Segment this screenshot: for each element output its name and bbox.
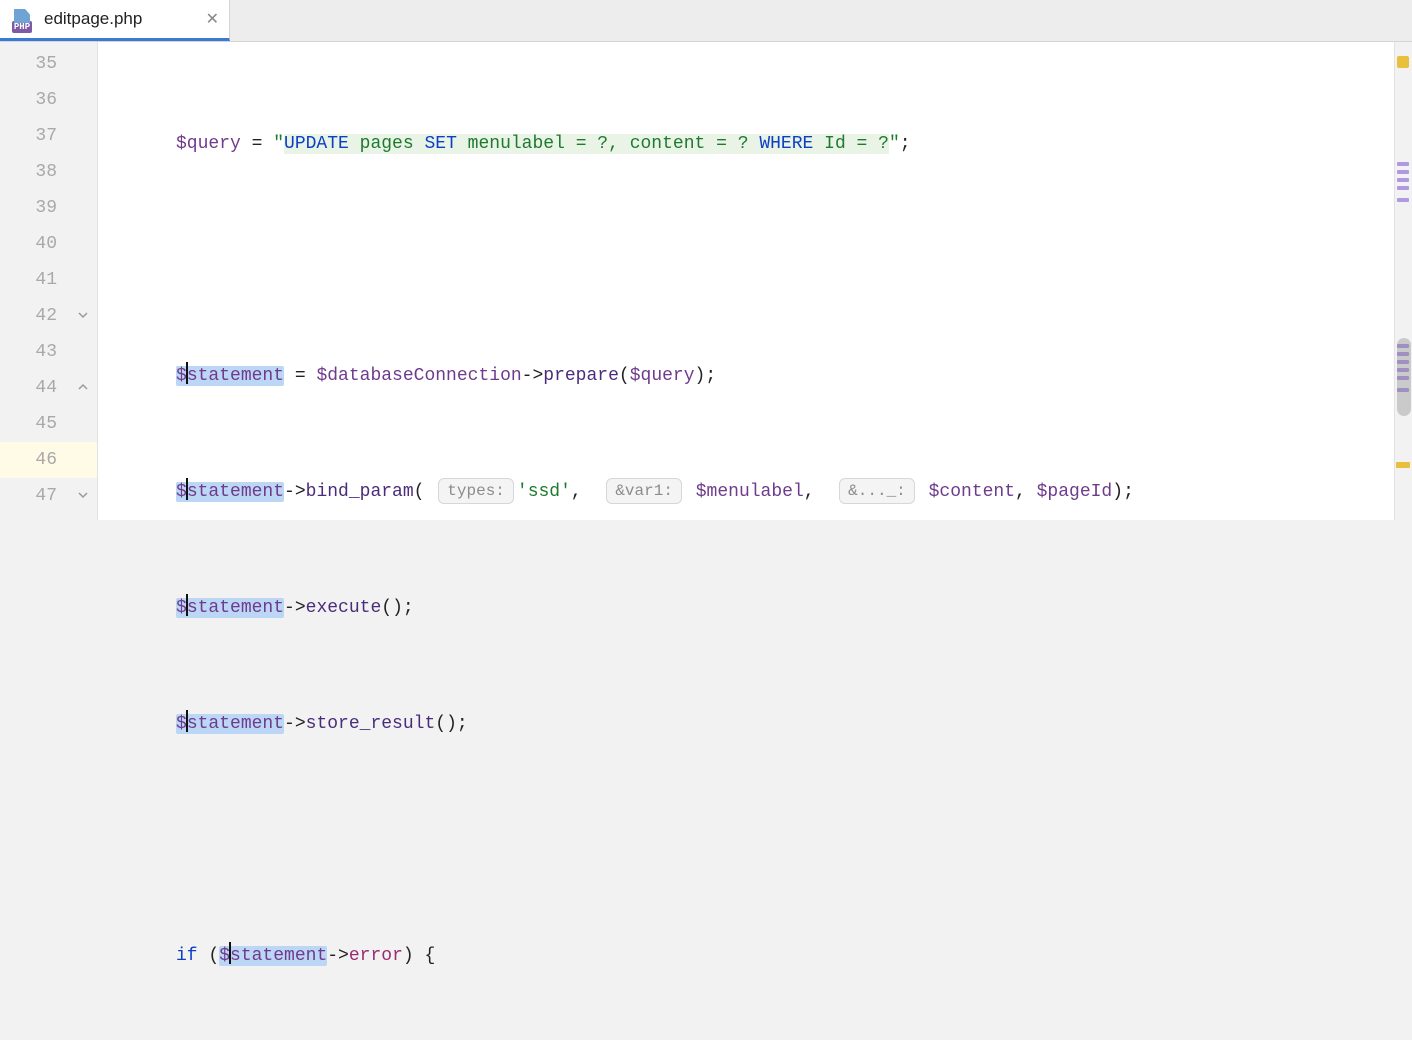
line-number: 35 [0, 46, 97, 82]
line-number: 43 [0, 334, 97, 370]
fold-down-icon[interactable] [77, 309, 91, 323]
file-tab[interactable]: PHP editpage.php ✕ [0, 0, 230, 41]
param-hint: types: [438, 478, 514, 504]
caret-icon [186, 362, 188, 384]
code-line[interactable]: $statement->bind_param( types:'ssd', &va… [98, 474, 1412, 510]
analysis-status-icon[interactable] [1397, 56, 1409, 68]
caret-icon [229, 942, 231, 964]
code-line[interactable]: $statement->execute(); [98, 590, 1412, 626]
line-gutter: 35363738394041424344454647 [0, 42, 98, 520]
code-line[interactable]: $query = "UPDATE pages SET menulabel = ?… [98, 126, 1412, 162]
tab-bar: PHP editpage.php ✕ [0, 0, 1412, 42]
fold-up-icon[interactable] [77, 381, 91, 395]
line-number: 40 [0, 226, 97, 262]
code-line[interactable] [98, 822, 1412, 858]
line-number: 36 [0, 82, 97, 118]
line-number: 39 [0, 190, 97, 226]
caret-icon [186, 710, 188, 732]
usage-marker[interactable] [1397, 186, 1409, 190]
line-number: 41 [0, 262, 97, 298]
usage-marker[interactable] [1397, 170, 1409, 174]
tab-filename: editpage.php [44, 9, 142, 29]
caret-icon [186, 478, 188, 500]
scrollbar-thumb[interactable] [1397, 338, 1411, 416]
line-number: 47 [0, 478, 97, 514]
code-line[interactable]: $statement = $databaseConnection->prepar… [98, 358, 1412, 394]
param-hint: &var1: [606, 478, 682, 504]
line-number: 38 [0, 154, 97, 190]
line-number: 37 [0, 118, 97, 154]
editor: 35363738394041424344454647 $query = "UPD… [0, 42, 1412, 520]
caret-icon [186, 594, 188, 616]
php-file-icon: PHP [8, 5, 36, 33]
usage-marker[interactable] [1397, 198, 1409, 202]
fold-down-icon[interactable] [77, 489, 91, 503]
code-line[interactable]: $statement->store_result(); [98, 706, 1412, 742]
marker-rail[interactable] [1394, 42, 1412, 520]
usage-marker[interactable] [1397, 162, 1409, 166]
param-hint: &..._: [839, 478, 915, 504]
line-number: 44 [0, 370, 97, 406]
code-area[interactable]: $query = "UPDATE pages SET menulabel = ?… [98, 42, 1412, 520]
line-number: 42 [0, 298, 97, 334]
usage-marker[interactable] [1397, 178, 1409, 182]
line-number: 45 [0, 406, 97, 442]
change-marker[interactable] [1396, 462, 1410, 468]
code-line[interactable] [98, 242, 1412, 278]
code-line[interactable]: if ($statement->error) { [98, 938, 1412, 974]
line-number: 46 [0, 442, 97, 478]
close-icon[interactable]: ✕ [206, 9, 219, 29]
